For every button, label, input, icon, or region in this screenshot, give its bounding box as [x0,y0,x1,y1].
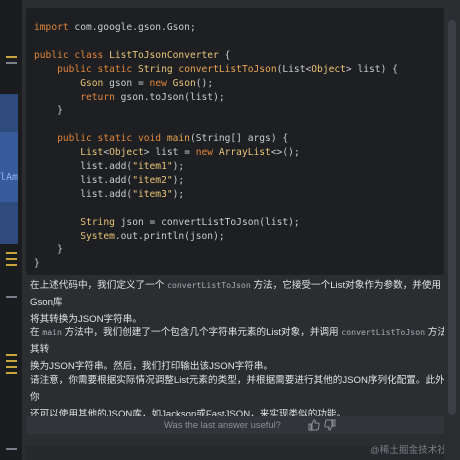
answer-paragraph-1: 在上述代码中，我们定义了一个 convertListToJson 方法，它接受一… [30,277,460,328]
gutter-marker [6,56,17,58]
gutter-marker [6,296,17,298]
gutter-fold-label: lAm [0,172,19,183]
code-token: Object [311,63,346,75]
code-line: return gson.toJson(list); [34,91,225,103]
code-line: System.out.println(json); [34,230,225,242]
code-token: Gson [80,77,104,89]
code-token: System [80,230,115,242]
code-token: .out.println(json); [114,230,225,242]
code-token: > list) { [345,63,398,75]
code-token: com.google.gson.Gson; [68,22,196,33]
code-token: gson.toJson(list); [114,91,225,103]
code-token: String [132,63,173,75]
gutter-highlight-active [0,132,18,202]
code-token: "item3" [132,188,173,200]
gutter-marker [6,372,17,374]
code-token: > list = [143,147,196,159]
code-token: "item1" [132,161,173,172]
code-token: Object [109,147,144,159]
code-token: public class [34,49,104,61]
code-token: return [80,91,115,103]
code-token: ); [172,188,185,200]
gutter-marker [6,366,17,368]
code-token: list.add( [34,188,133,200]
scrollbar-track[interactable] [444,0,460,460]
code-line: public class ListToJsonConverter { [34,50,230,61]
code-token: "item2" [132,174,173,186]
code-block: import com.google.gson.Gson; public class… [26,8,444,275]
gutter-marker [6,252,17,254]
gutter-marker [6,258,17,260]
code-line: import com.google.gson.Gson; [34,22,196,33]
answer-paragraph-2: 在 main 方法中，我们创建了一个包含几个字符串元素的List对象，并调用 c… [30,324,460,375]
gutter-marker [6,62,17,64]
code-token: json = convertListToJson(list); [114,216,300,228]
code-line: public static void main(String[] args) { [34,133,288,144]
inline-code: main [42,327,62,337]
code-token: public static void [57,133,162,145]
code-line: Gson gson = new Gson(); [34,78,213,89]
code-token: list.add( [34,161,133,172]
code-token: } [34,105,63,117]
inline-code: convertListToJson [341,327,426,337]
code-token: (List< [276,63,312,75]
code-token: main [161,133,190,145]
code-line: } [34,258,40,269]
thumbs-down-icon[interactable] [324,419,336,431]
code-token: public static [57,63,133,75]
code-token: (String[] args) { [189,133,289,145]
code-line: List<Object> list = new ArrayList<>(); [34,147,300,158]
code-token: convertListToJson [172,63,277,75]
editor-left-gutter: lAm [0,0,22,460]
code-token: String [80,216,115,228]
gutter-marker [6,360,17,362]
code-token: ); [172,161,185,172]
answer-text: 方法中，我们创建了一个包含几个字符串元素的List对象，并调用 [61,327,342,338]
code-token: new [195,147,214,159]
code-token: ListToJsonConverter [103,49,219,61]
code-token: import [34,22,69,33]
code-token: List [80,147,104,159]
scrollbar-thumb[interactable] [448,20,456,415]
code-line: list.add("item1"); [34,161,184,172]
feedback-bar: Was the last answer useful? [26,416,444,434]
feedback-question: Was the last answer useful? [164,419,281,430]
code-token: list.add( [34,174,133,186]
answer-text: 换为JSON字符串。然后，我们打印输出该JSON字符串。 [30,361,274,372]
answer-text: 请注意，你需要根据实际情况调整List元素的类型，并根据需要进行其他的JSON序… [30,375,455,403]
code-line: list.add("item2"); [34,175,184,186]
gutter-marker [6,448,17,450]
code-line: } [34,105,63,116]
code-token: gson = [103,77,150,89]
inline-code: convertListToJson [166,280,251,290]
code-line: String json = convertListToJson(list); [34,217,300,228]
code-line: list.add("item3"); [34,189,184,200]
gutter-marker [6,354,17,356]
code-token: } [34,258,40,270]
code-line: public static String convertListToJson(L… [34,64,398,75]
answer-text: 在 [30,327,43,338]
code-token: Gson [166,77,196,89]
gutter-marker [6,264,17,266]
code-token: ArrayList [213,147,271,159]
code-token: { [218,49,231,61]
code-token: (); [195,77,214,89]
thumbs-up-icon[interactable] [308,419,320,431]
answer-text: 在上述代码中，我们定义了一个 [30,280,167,291]
code-token: <>(); [270,147,300,159]
code-token: } [34,244,63,256]
code-line: } [34,244,63,255]
code-token: ); [172,174,185,186]
code-token: new [149,77,167,89]
